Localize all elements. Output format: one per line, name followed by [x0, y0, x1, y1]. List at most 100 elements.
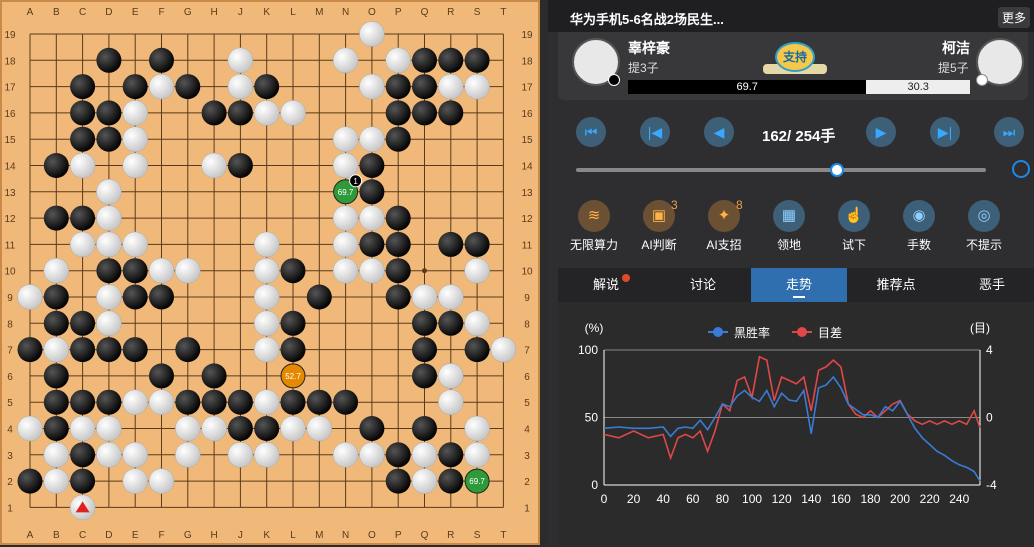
- white-stone[interactable]: [253, 442, 280, 468]
- white-stone[interactable]: [122, 231, 148, 258]
- black-stone[interactable]: [43, 389, 69, 415]
- move-slider[interactable]: [576, 163, 986, 177]
- white-stone[interactable]: [43, 336, 70, 363]
- white-stone[interactable]: [464, 415, 490, 442]
- white-stone[interactable]: [17, 415, 43, 442]
- tab-1[interactable]: 讨论: [655, 268, 751, 302]
- black-stone[interactable]: [359, 416, 385, 441]
- black-stone[interactable]: [201, 389, 227, 415]
- black-stone[interactable]: [280, 258, 306, 284]
- black-stone[interactable]: [70, 442, 96, 468]
- white-stone[interactable]: [253, 336, 280, 363]
- black-stone[interactable]: [70, 337, 96, 363]
- prev-ten-icon[interactable]: |◀: [640, 117, 670, 147]
- black-stone[interactable]: [201, 363, 227, 389]
- white-stone[interactable]: [227, 47, 254, 74]
- white-stone[interactable]: [96, 442, 122, 468]
- white-stone[interactable]: [332, 47, 359, 74]
- white-stone[interactable]: [464, 442, 490, 468]
- black-stone[interactable]: [359, 231, 385, 257]
- black-stone[interactable]: [96, 100, 122, 126]
- black-stone[interactable]: [175, 74, 201, 100]
- white-stone[interactable]: [122, 100, 148, 126]
- white-stone[interactable]: [96, 284, 122, 310]
- white-stone[interactable]: [122, 126, 148, 152]
- white-stone[interactable]: [490, 336, 517, 363]
- white-stone[interactable]: [306, 415, 333, 442]
- black-stone[interactable]: [412, 363, 437, 389]
- white-stone[interactable]: [201, 152, 227, 179]
- next-ten-icon[interactable]: ▶|: [930, 117, 960, 147]
- white-stone[interactable]: [411, 284, 438, 310]
- black-stone[interactable]: [385, 231, 411, 257]
- white-stone[interactable]: [253, 389, 280, 415]
- white-stone[interactable]: [69, 415, 96, 442]
- go-board[interactable]: A A B B C C D D E E F F G G H H J J K K L L M M N N O O P P Q Q R R S S T T 19…: [0, 0, 540, 545]
- white-stone[interactable]: [280, 415, 306, 442]
- white-stone[interactable]: [175, 257, 201, 284]
- black-stone[interactable]: [96, 337, 122, 363]
- black-stone[interactable]: [333, 389, 359, 415]
- black-stone[interactable]: [438, 100, 464, 126]
- ai-suggestion-marker[interactable]: 52.7: [280, 363, 306, 389]
- black-stone[interactable]: [464, 337, 490, 363]
- tool-calculator[interactable]: ▦ 领地: [757, 200, 821, 253]
- black-stone[interactable]: [385, 468, 411, 494]
- white-stone[interactable]: [148, 257, 175, 284]
- black-stone[interactable]: [43, 310, 69, 336]
- legend-item[interactable]: 目差: [792, 326, 842, 340]
- white-stone[interactable]: [69, 152, 96, 179]
- black-stone[interactable]: [412, 416, 437, 441]
- black-stone[interactable]: [385, 284, 411, 310]
- tool-move-number[interactable]: ◉ 手数: [887, 200, 951, 253]
- move-slider-knob[interactable]: [830, 163, 845, 177]
- support-button[interactable]: 支持: [763, 40, 827, 80]
- white-stone[interactable]: [411, 468, 438, 494]
- black-stone[interactable]: [412, 310, 437, 336]
- white-stone[interactable]: [96, 415, 122, 442]
- white-stone[interactable]: [359, 257, 385, 284]
- black-stone[interactable]: [149, 47, 174, 73]
- black-player-avatar[interactable]: [572, 38, 620, 86]
- ai-suggestion-marker[interactable]: 69.7: [464, 468, 490, 494]
- white-stone[interactable]: [253, 284, 280, 310]
- white-stone[interactable]: [96, 205, 122, 231]
- black-stone[interactable]: [254, 416, 280, 441]
- black-stone[interactable]: [306, 389, 332, 415]
- black-stone[interactable]: [70, 468, 96, 494]
- black-stone[interactable]: [175, 337, 201, 363]
- black-stone[interactable]: [122, 284, 148, 310]
- white-stone[interactable]: [148, 468, 175, 494]
- black-stone[interactable]: [70, 310, 96, 336]
- black-stone[interactable]: [385, 205, 411, 231]
- board-grid[interactable]: AABBCCDDEEFFGGHHJJKKLLMMNNOOPPQQRRSSTT19…: [2, 2, 542, 547]
- black-stone[interactable]: [149, 284, 174, 310]
- white-stone[interactable]: [253, 231, 280, 258]
- black-stone[interactable]: [385, 74, 411, 100]
- white-stone[interactable]: [359, 126, 385, 152]
- black-stone[interactable]: [385, 100, 411, 126]
- black-stone[interactable]: [201, 100, 227, 126]
- black-stone[interactable]: [43, 284, 69, 310]
- white-stone[interactable]: [280, 100, 306, 126]
- black-stone[interactable]: [227, 100, 253, 126]
- last-move-icon[interactable]: ⏭: [994, 117, 1024, 147]
- black-stone[interactable]: [254, 74, 280, 100]
- black-stone[interactable]: [70, 126, 96, 152]
- white-stone[interactable]: [253, 100, 280, 126]
- white-stone[interactable]: [43, 442, 70, 468]
- black-stone[interactable]: [96, 126, 122, 152]
- autoplay-icon[interactable]: [1012, 160, 1030, 178]
- white-stone[interactable]: [359, 21, 385, 47]
- black-stone[interactable]: [438, 442, 464, 468]
- black-stone[interactable]: [412, 74, 437, 100]
- black-stone[interactable]: [359, 153, 385, 178]
- ai-suggestion-marker[interactable]: 69.71: [333, 174, 363, 205]
- white-stone[interactable]: [96, 310, 122, 337]
- white-stone[interactable]: [122, 152, 148, 179]
- black-stone[interactable]: [280, 337, 306, 363]
- black-stone[interactable]: [438, 310, 464, 336]
- white-stone[interactable]: [17, 284, 43, 310]
- white-stone[interactable]: [69, 231, 96, 258]
- white-stone[interactable]: [122, 389, 148, 415]
